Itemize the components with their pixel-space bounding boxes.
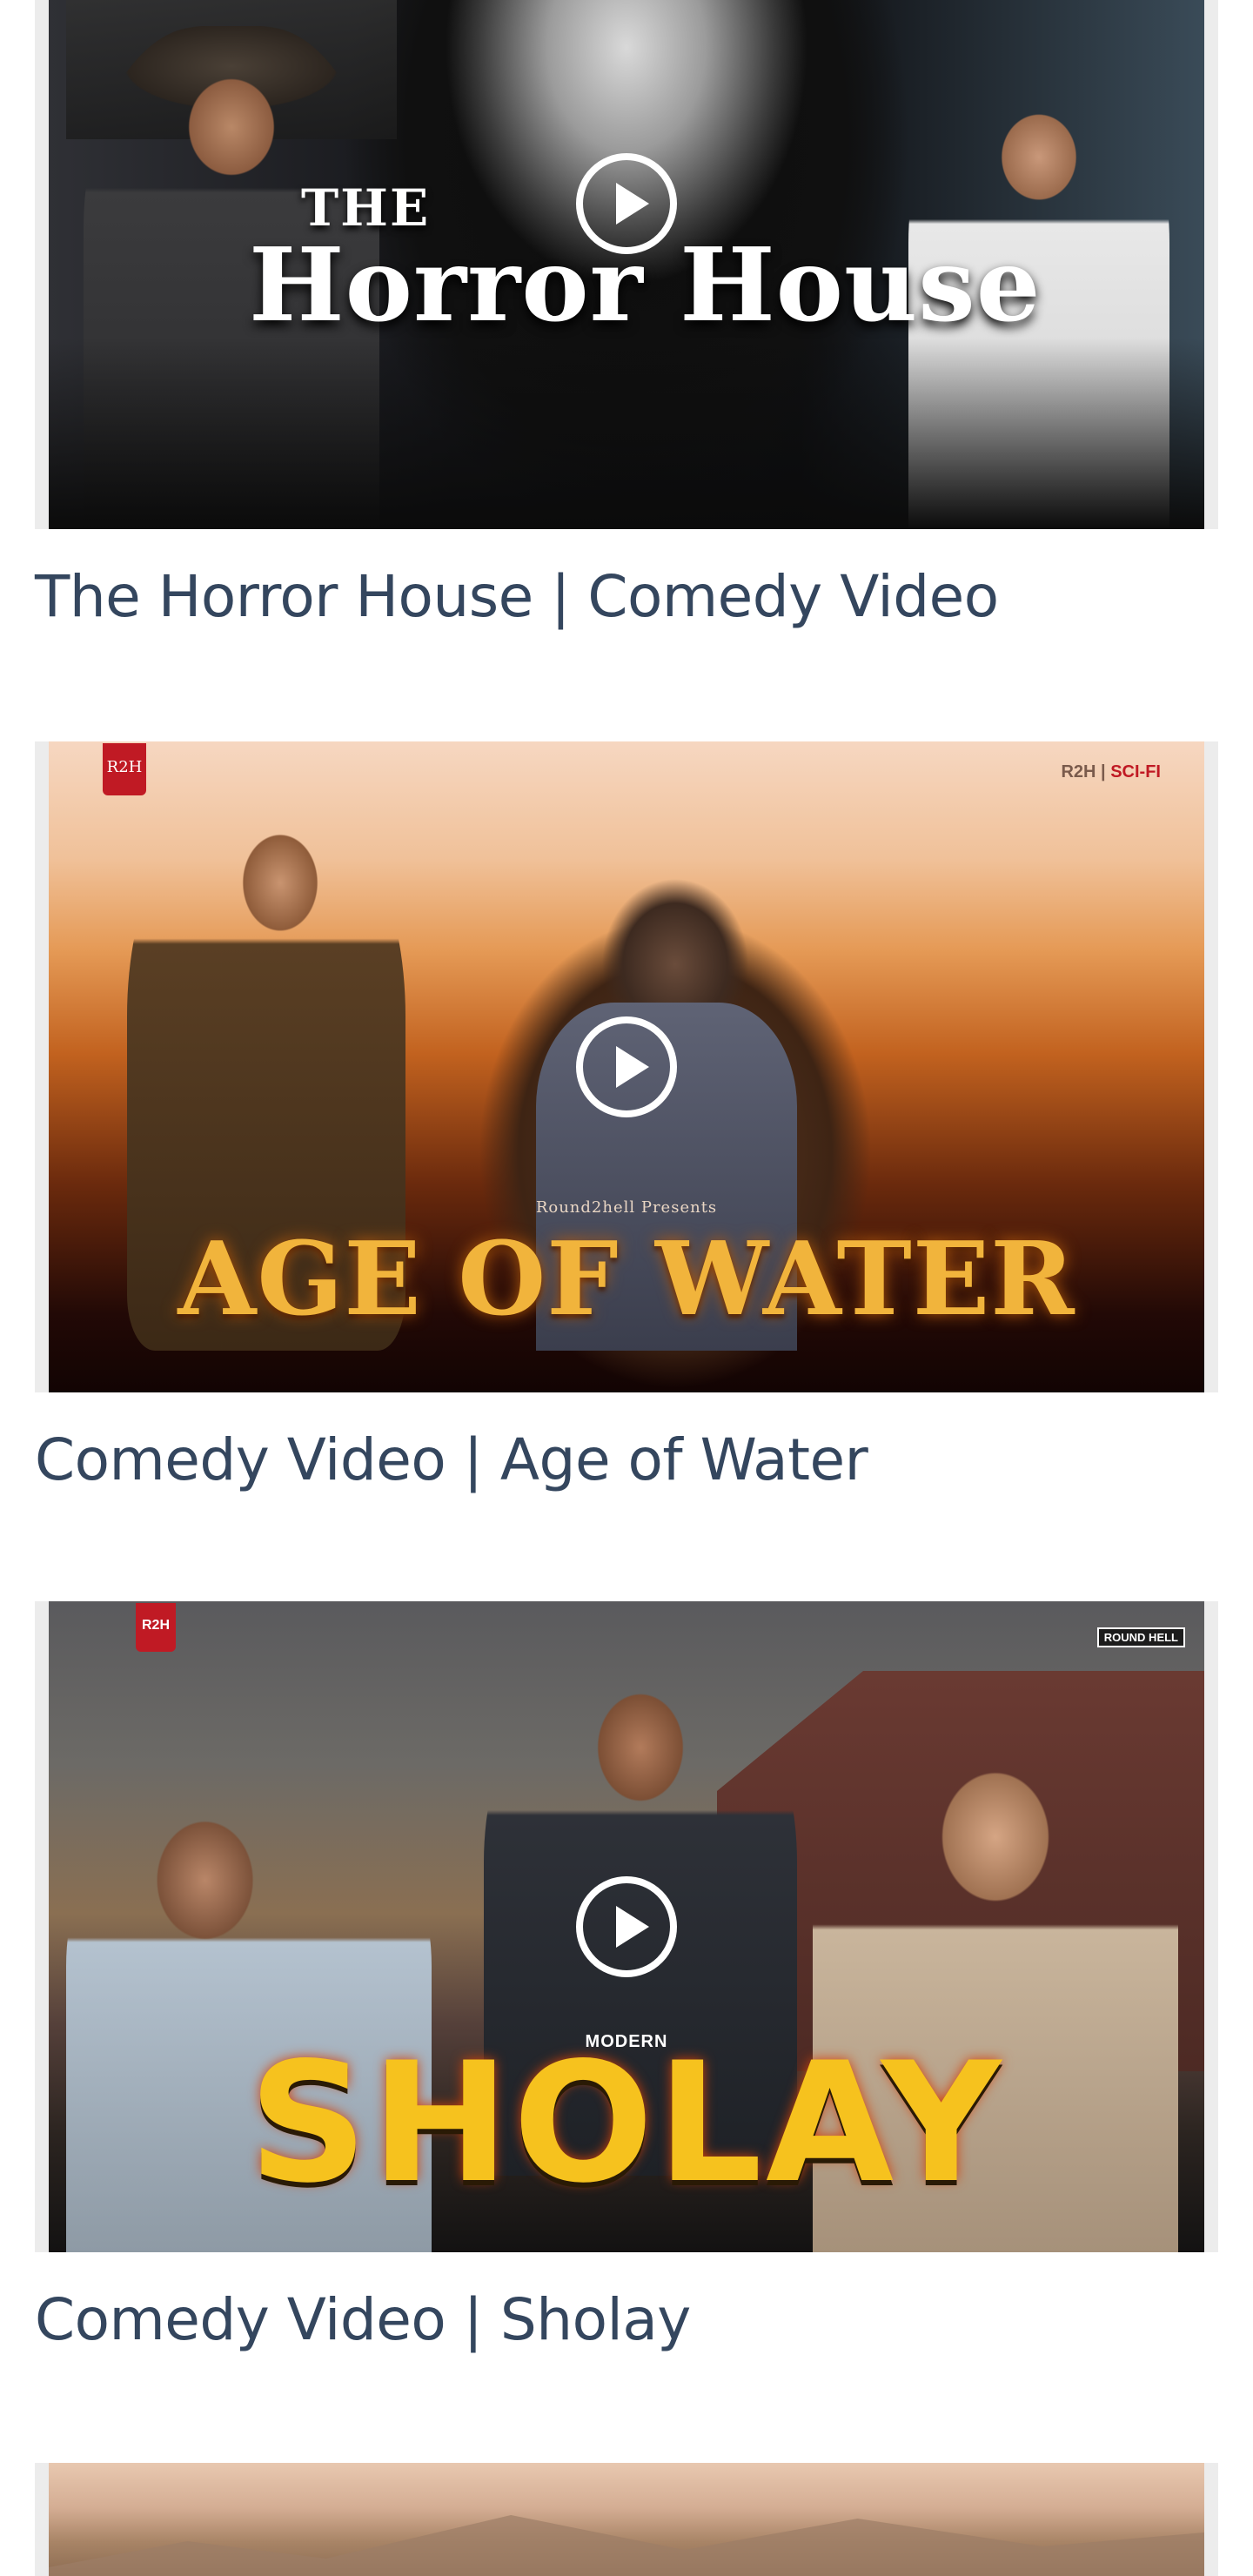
video-card[interactable]: R2H R2H | SCI-FI Round2hell Presents AGE… xyxy=(35,741,1218,1493)
channel-badge: R2H xyxy=(136,1603,176,1652)
video-thumbnail-frame[interactable] xyxy=(35,2463,1218,2576)
video-card[interactable]: R2H ROUND HELL SHOLAY MODERN Comedy Vide… xyxy=(35,1601,1218,2352)
channel-badge: R2H xyxy=(103,743,146,795)
video-card[interactable]: THE Horror House The Horror House | Come… xyxy=(35,0,1218,629)
video-thumbnail-frame[interactable]: R2H ROUND HELL SHOLAY MODERN xyxy=(35,1601,1218,2252)
video-thumbnail[interactable]: R2H ROUND HELL SHOLAY MODERN xyxy=(49,1601,1204,2252)
video-thumbnail[interactable]: R2H R2H | SCI-FI Round2hell Presents AGE… xyxy=(49,741,1204,1392)
video-thumbnail[interactable]: THE Horror House xyxy=(49,0,1204,529)
thumbnail-kicker: MODERN xyxy=(585,2032,668,2051)
play-circle-icon[interactable] xyxy=(574,1875,679,1979)
thumbnail-presents: Round2hell Presents xyxy=(535,1198,718,1217)
thumbnail-fade xyxy=(49,338,1204,529)
video-title[interactable]: Comedy Video | Sholay xyxy=(35,2288,1218,2352)
video-title[interactable]: The Horror House | Comedy Video xyxy=(35,565,1218,629)
genre-tag: R2H | SCI-FI xyxy=(1061,762,1161,782)
video-thumbnail[interactable] xyxy=(49,2463,1204,2576)
video-thumbnail-frame[interactable]: R2H R2H | SCI-FI Round2hell Presents AGE… xyxy=(35,741,1218,1392)
thumbnail-headline: AGE OF WATER xyxy=(178,1220,1075,1338)
video-title[interactable]: Comedy Video | Age of Water xyxy=(35,1428,1218,1493)
channel-tag: ROUND HELL xyxy=(1096,1627,1185,1647)
thumbnail-headline: SHOLAY xyxy=(248,2027,1005,2219)
play-circle-icon[interactable] xyxy=(574,151,679,256)
play-circle-icon[interactable] xyxy=(574,1015,679,1119)
video-thumbnail-frame[interactable]: THE Horror House xyxy=(35,0,1218,529)
video-card[interactable] xyxy=(35,2463,1218,2576)
desert-hills-image xyxy=(49,2515,1204,2576)
